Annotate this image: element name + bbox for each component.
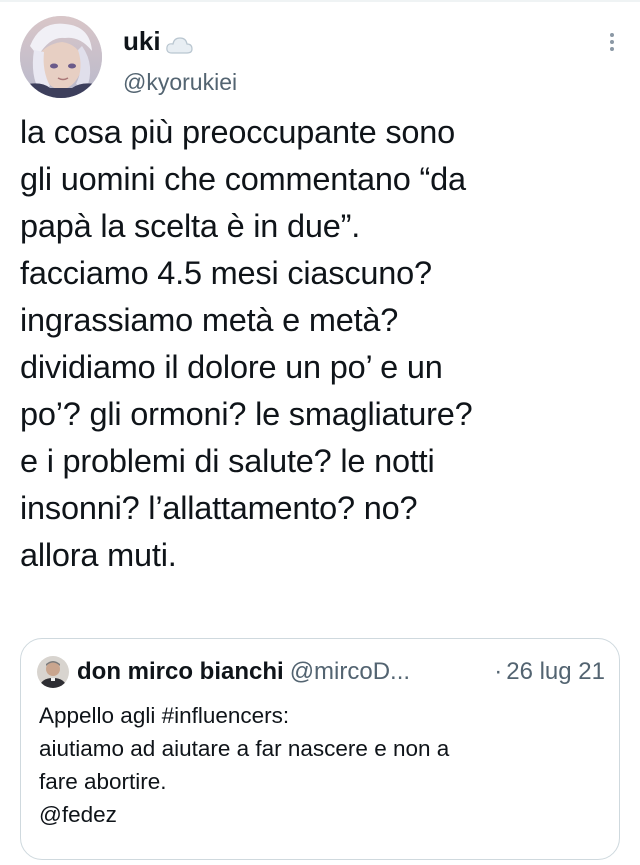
top-divider <box>0 0 640 2</box>
quoted-handle[interactable]: @mircoD... <box>290 658 410 686</box>
quoted-display-name[interactable]: don mirco bianchi <box>77 658 284 686</box>
tweet-text-line: la cosa più preoccupante sono <box>20 114 456 150</box>
quoted-date[interactable]: 26 lug 21 <box>506 658 605 686</box>
tweet-text: la cosa più preoccupante sono gli uomini… <box>20 109 620 579</box>
handle[interactable]: @kyorukiei <box>123 68 237 96</box>
quoted-avatar[interactable] <box>37 656 69 688</box>
tweet-text-line: facciamo 4.5 mesi ciascuno? <box>20 255 432 291</box>
tweet-text-line: po’? gli ormoni? le smagliature? <box>20 396 473 432</box>
tweet-text-line: e i problemi di salute? le notti <box>20 443 435 479</box>
quoted-text-line: fare abortire. <box>39 769 167 794</box>
tweet-text-line: allora muti. <box>20 537 177 573</box>
tweet-text-line: ingrassiamo metà e metà? <box>20 302 399 338</box>
more-options-icon[interactable] <box>604 30 620 60</box>
person-avatar-icon <box>37 656 69 688</box>
quoted-tweet-header: don mirco bianchi @mircoD... · 26 lug 21 <box>37 655 605 689</box>
tweet-text-line: gli uomini che commentano “da <box>20 161 466 197</box>
quoted-text-line: @fedez <box>39 802 117 827</box>
quoted-text-line: Appello agli #influencers: <box>39 703 290 728</box>
separator-dot: · <box>494 658 503 685</box>
tweet-header: uki @kyorukiei <box>20 16 620 106</box>
tweet-text-line: insonni? l’allattamento? no? <box>20 490 418 526</box>
tweet-text-line: dividiamo il dolore un po’ e un <box>20 349 443 385</box>
display-name-text: uki <box>123 26 161 56</box>
anime-avatar-icon <box>20 16 102 98</box>
quoted-text-line: aiutiamo ad aiutare a far nascere e non … <box>39 736 450 761</box>
display-name[interactable]: uki <box>123 26 193 56</box>
tweet-text-line: papà la scelta è in due”. <box>20 208 361 244</box>
quoted-tweet-text: Appello agli #influencers: aiutiamo ad a… <box>39 699 599 831</box>
quoted-tweet-card[interactable]: don mirco bianchi @mircoD... · 26 lug 21… <box>20 638 620 860</box>
cloud-icon <box>165 31 193 54</box>
avatar[interactable] <box>20 16 102 98</box>
